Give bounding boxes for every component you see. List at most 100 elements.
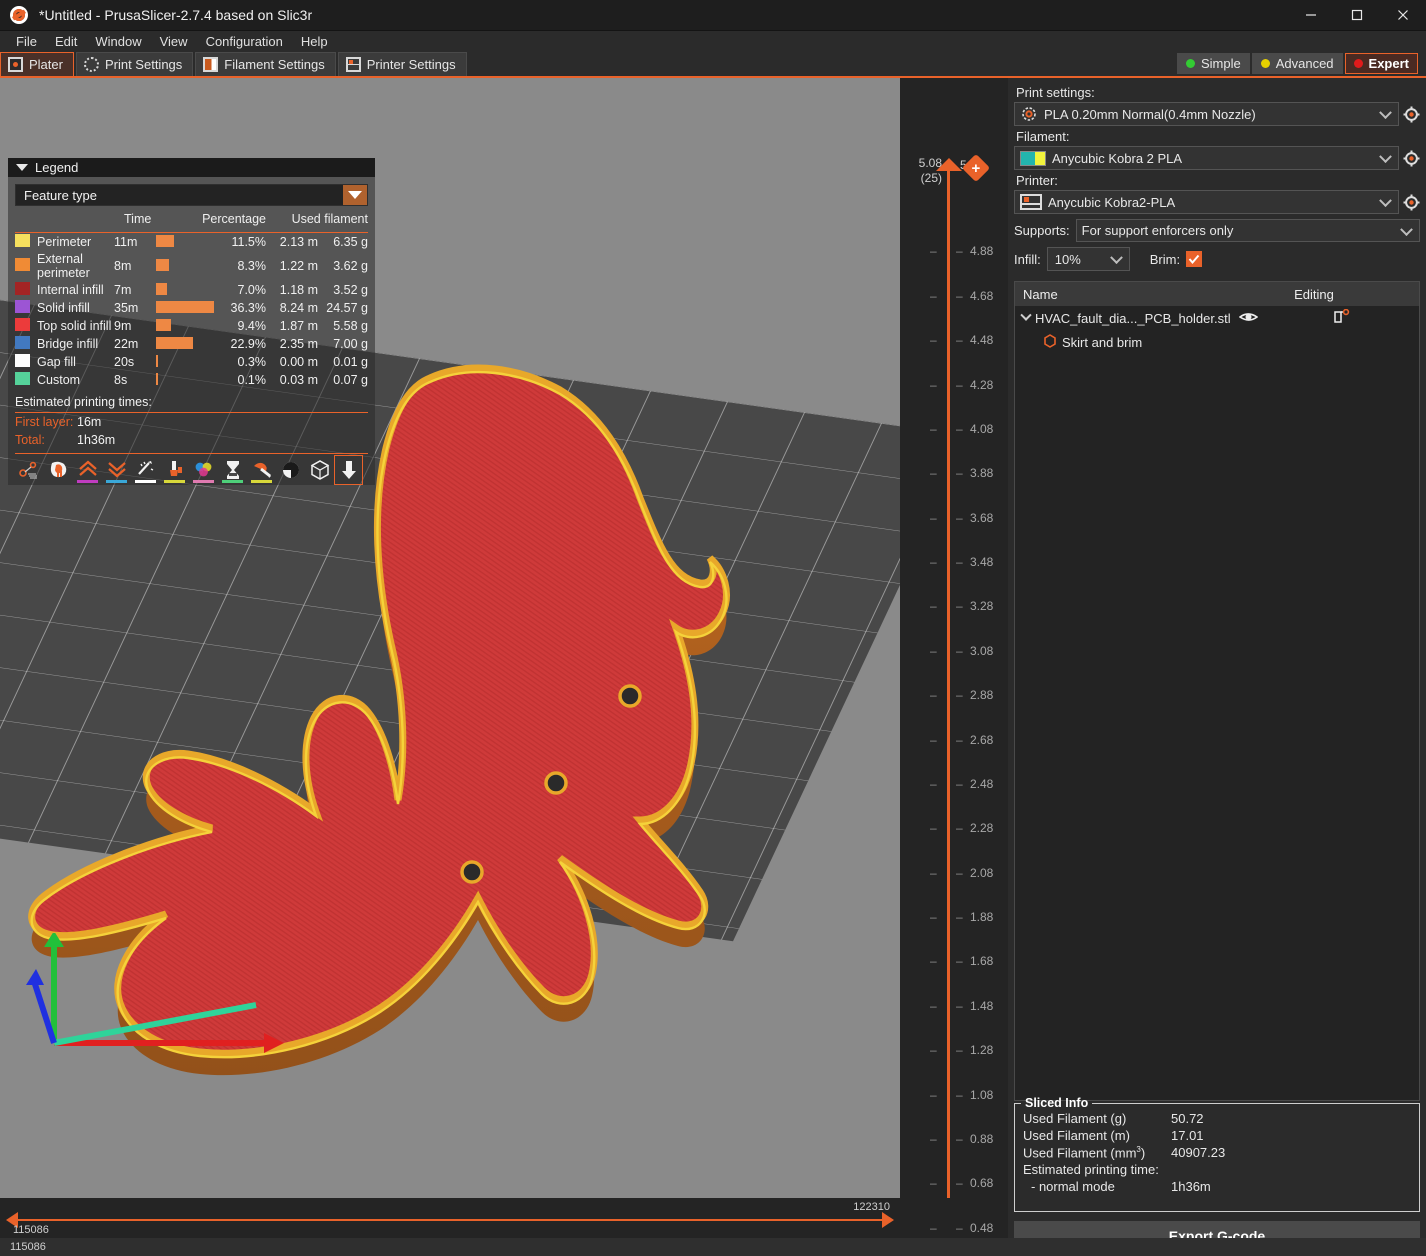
filament-value: Anycubic Kobra 2 PLA [1052,151,1398,166]
supports-select[interactable]: For support enforcers only [1076,219,1420,242]
pause-prints-icon[interactable] [189,455,218,485]
menu-help[interactable]: Help [292,32,337,51]
close-button[interactable] [1380,0,1426,31]
v-slider-upper-handle[interactable] [936,158,962,171]
tab-print-settings-label: Print Settings [105,57,182,72]
tool-changes-icon[interactable] [131,455,160,485]
legend-percentage-bar [156,335,220,353]
color-changes-icon[interactable] [160,455,189,485]
tab-printer-settings-label: Printer Settings [367,57,456,72]
retractions-icon[interactable] [44,455,73,485]
legend-color-swatch [15,251,37,281]
right-sidebar: Print settings: PLA 0.20mm Normal(0.4mm … [1008,78,1426,1256]
eye-icon[interactable] [1239,310,1258,327]
tab-plater-label: Plater [29,57,63,72]
printer-select[interactable]: Anycubic Kobra2-PLA [1014,190,1399,214]
legend-used-length: 1.22 m [266,251,318,281]
feature-type-table: Time Percentage Used filament Perimeter1… [15,212,368,389]
legend-toggle-icon[interactable] [334,455,363,485]
chevron-down-icon[interactable] [1020,310,1031,321]
vertical-layer-slider[interactable]: 5.08 (25) ––4.88––4.68––4.48––4.28––4.08… [900,78,1008,1256]
minimize-button[interactable] [1288,0,1334,31]
chevron-down-icon [1110,251,1123,264]
maximize-button[interactable] [1334,0,1380,31]
prusaslicer-logo-icon [10,6,28,24]
window-controls [1288,0,1426,31]
legend-used-length: 0.00 m [266,353,318,371]
legend-row[interactable]: Perimeter11m11.5%2.13 m6.35 g [15,233,368,252]
mode-expert[interactable]: Expert [1345,53,1418,74]
legend-panel: Legend Feature type Time Percentage Used… [8,158,375,485]
legend-color-swatch [15,353,37,371]
legend-percentage: 36.3% [220,299,266,317]
filament-select[interactable]: Anycubic Kobra 2 PLA [1014,146,1399,170]
legend-used-weight: 0.01 g [318,353,368,371]
legend-row[interactable]: Bridge infill22m22.9%2.35 m7.00 g [15,335,368,353]
brim-checkbox[interactable] [1186,251,1202,267]
legend-row[interactable]: Internal infill7m7.0%1.18 m3.52 g [15,281,368,299]
menu-configuration[interactable]: Configuration [197,32,292,51]
legend-time: 20s [114,353,156,371]
horizontal-move-slider[interactable]: 122310 115086 [0,1198,900,1238]
tab-filament-settings[interactable]: Filament Settings [195,52,335,76]
dropdown-arrow-icon[interactable] [343,185,367,205]
legend-header[interactable]: Legend [8,158,375,177]
legend-percentage-bar [156,251,220,281]
tab-plater[interactable]: Plater [0,52,74,76]
estimated-printing-time-label: Estimated printing time: [1023,1162,1159,1177]
legend-row[interactable]: Solid infill35m36.3%8.24 m24.57 g [15,299,368,317]
filament-settings-icon [203,57,218,72]
v-slider-track[interactable] [947,170,950,1198]
h-slider-track[interactable] [18,1219,882,1221]
view-type-value: Feature type [24,188,97,203]
legend-used-weight: 0.07 g [318,371,368,389]
seams-icon[interactable] [102,455,131,485]
print-settings-gear-icon[interactable] [1403,106,1420,123]
printer-gear-icon[interactable] [1403,194,1420,211]
tab-print-settings[interactable]: Print Settings [76,52,193,76]
menu-window[interactable]: Window [86,32,150,51]
menu-file[interactable]: File [7,32,46,51]
h-slider-right-handle[interactable] [882,1212,894,1228]
center-of-mass-icon[interactable] [247,455,276,485]
view-type-select[interactable]: Feature type [15,184,368,206]
title-bar: *Untitled - PrusaSlicer-2.7.4 based on S… [0,0,1426,31]
legend-row[interactable]: Gap fill20s0.3%0.00 m0.01 g [15,353,368,371]
custom-gcodes-icon[interactable] [218,455,247,485]
3d-viewport[interactable]: Legend Feature type Time Percentage Used… [0,78,900,1198]
menu-edit[interactable]: Edit [46,32,86,51]
legend-time: 8s [114,371,156,389]
legend-row[interactable]: External perimeter8m8.3%1.22 m3.62 g [15,251,368,281]
legend-row[interactable]: Custom8s0.1%0.03 m0.07 g [15,371,368,389]
legend-used-length: 2.13 m [266,233,318,252]
legend-time: 8m [114,251,156,281]
mode-simple[interactable]: Simple [1177,53,1250,74]
filament-gear-icon[interactable] [1403,150,1420,167]
tab-filament-settings-label: Filament Settings [224,57,324,72]
used-filament-g-row: Used Filament (g) 50.72 [1015,1110,1419,1127]
col-used-filament: Used filament [266,212,368,230]
brim-label: Brim: [1150,252,1180,267]
deretractions-icon[interactable] [73,455,102,485]
mode-advanced[interactable]: Advanced [1252,53,1343,74]
travel-icon[interactable] [15,455,44,485]
editing-icon[interactable] [1333,309,1351,328]
tool-marker-icon[interactable] [305,455,334,485]
object-list-row-object[interactable]: HVAC_fault_dia..._PCB_holder.stl [1015,306,1419,330]
plater-icon [8,57,23,72]
used-filament-g-value: 50.72 [1171,1111,1204,1126]
printer-label: Printer: [1016,173,1420,188]
tab-printer-settings[interactable]: Printer Settings [338,52,467,76]
estimated-times-label: Estimated printing times: [15,395,368,412]
shells-icon[interactable] [276,455,305,485]
infill-select[interactable]: 10% [1047,247,1130,271]
legend-toolbar [15,453,368,485]
legend-row[interactable]: Top solid infill9m9.4%1.87 m5.58 g [15,317,368,335]
advanced-mode-dot-icon [1261,59,1270,68]
object-list-row-skirt-brim[interactable]: Skirt and brim [1015,330,1419,354]
object-list[interactable]: Name Editing HVAC_fault_dia..._PCB_holde… [1014,281,1420,1101]
print-settings-label: Print settings: [1016,85,1420,100]
legend-color-swatch [15,317,37,335]
print-settings-select[interactable]: PLA 0.20mm Normal(0.4mm Nozzle) [1014,102,1399,126]
menu-view[interactable]: View [151,32,197,51]
